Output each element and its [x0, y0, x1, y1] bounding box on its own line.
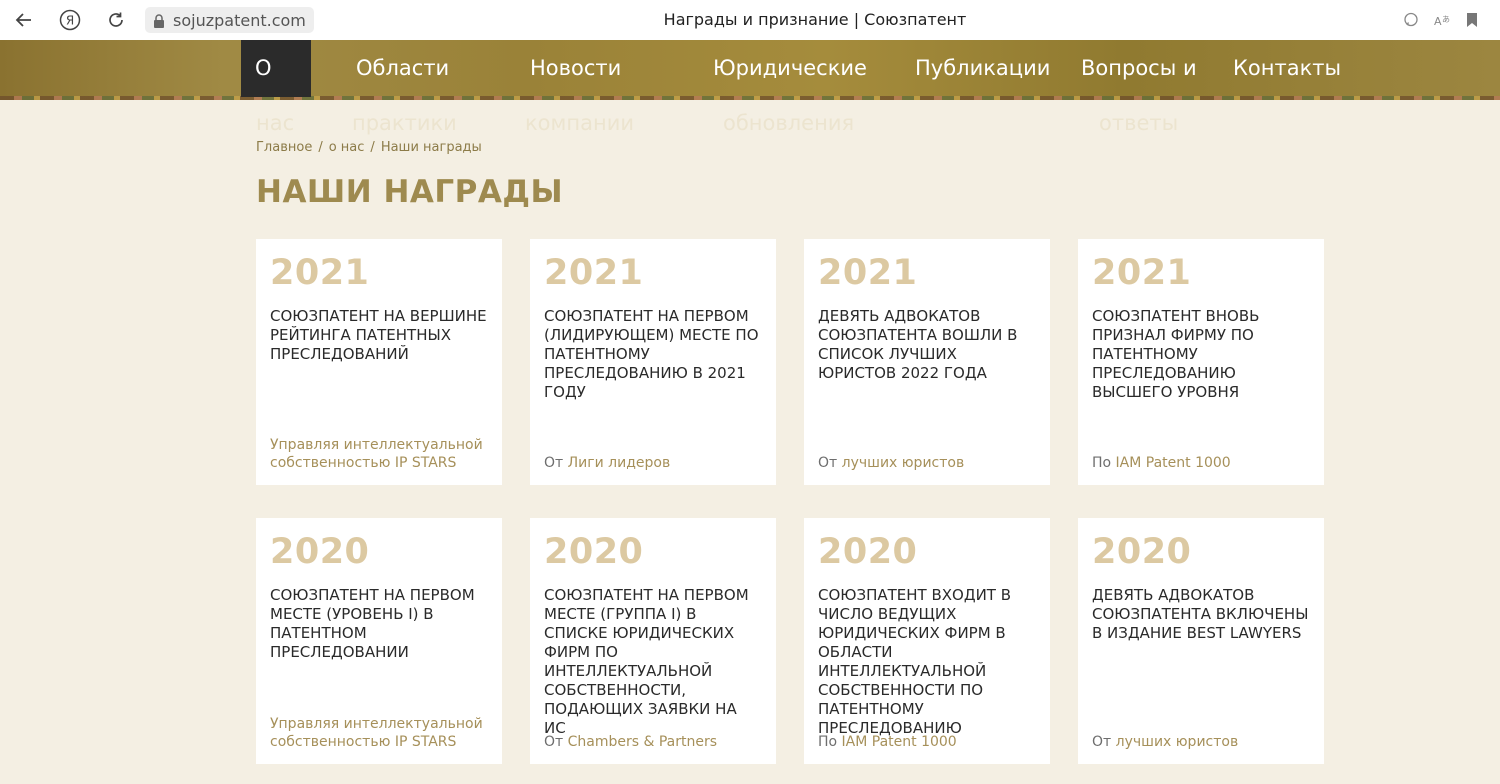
nav-item-practice-areas-wrap[interactable]: практики — [352, 108, 457, 138]
award-card[interactable]: 2021 Союзпатент на первом (лидирующем) м… — [530, 239, 776, 485]
page-title: НАШИ НАГРАДЫ — [256, 174, 564, 210]
nav-item-contacts[interactable]: Контакты — [1233, 40, 1341, 96]
award-source: Управляя интеллектуальной собственностью… — [270, 716, 488, 751]
nav-item-about[interactable]: О — [241, 40, 311, 97]
svg-text:あ: あ — [1442, 15, 1450, 24]
award-source-link[interactable]: лучших юристов — [1116, 734, 1239, 750]
award-title: Девять адвокатов Союзпатента вошли в спи… — [818, 307, 1018, 382]
award-card[interactable]: 2021 Союзпатент на вершине рейтинга пате… — [256, 239, 502, 485]
bookmark-icon[interactable] — [1463, 11, 1481, 29]
nav-item-faq-wrap[interactable]: ответы — [1099, 108, 1178, 138]
nav-item-legal-updates[interactable]: Юридические — [713, 40, 867, 96]
breadcrumb-separator: / — [318, 140, 323, 155]
breadcrumb-separator: / — [370, 140, 375, 155]
nav-item-faq[interactable]: Вопросы и — [1081, 40, 1197, 96]
award-year: 2020 — [270, 532, 370, 572]
award-source-prefix: По — [818, 733, 842, 750]
tab-title: Награды и признание | Союзпатент — [663, 10, 967, 29]
award-title: Союзпатент на первом месте (уровень I) в… — [270, 586, 475, 661]
award-year: 2021 — [818, 253, 918, 293]
award-source-link[interactable]: IAM Patent 1000 — [842, 734, 957, 750]
comment-icon[interactable] — [1402, 11, 1420, 29]
award-title: Союзпатент на первом месте (группа I) в … — [544, 586, 749, 737]
award-source: По IAM Patent 1000 — [818, 734, 1036, 752]
award-card[interactable]: 2021 Союзпатент вновь признал фирму по п… — [1078, 239, 1324, 485]
nav-item-company-news-wrap[interactable]: компании — [525, 108, 634, 138]
translate-icon[interactable]: Aあ — [1434, 11, 1452, 29]
award-card[interactable]: 2020 Девять адвокатов Союзпатента включе… — [1078, 518, 1324, 764]
award-source-link[interactable]: лучших юристов — [842, 455, 965, 471]
award-year: 2020 — [544, 532, 644, 572]
breadcrumb-about[interactable]: о нас — [329, 140, 365, 155]
nav-item-about-wrap[interactable]: нас — [256, 108, 294, 138]
award-source-link[interactable]: Управляя интеллектуальной собственностью… — [270, 437, 483, 471]
award-source: От лучших юристов — [1092, 734, 1310, 752]
award-source: От лучших юристов — [818, 455, 1036, 473]
award-source-link[interactable]: Chambers & Partners — [568, 734, 717, 750]
award-year: 2021 — [1092, 253, 1192, 293]
award-title: Девять адвокатов Союзпатента включены в … — [1092, 586, 1309, 642]
nav-item-practice-areas[interactable]: Области — [356, 40, 449, 96]
award-source-prefix: По — [1092, 454, 1116, 471]
nav-item-publications[interactable]: Публикации — [915, 40, 1050, 96]
nav-item-legal-updates-wrap[interactable]: обновления — [723, 108, 854, 138]
award-card[interactable]: 2021 Девять адвокатов Союзпатента вошли … — [804, 239, 1050, 485]
award-source-prefix: От — [544, 733, 568, 750]
nav-item-company-news[interactable]: Новости — [530, 40, 621, 96]
award-source-prefix: От — [818, 454, 842, 471]
award-title: Союзпатент входит в число ведущих юридич… — [818, 586, 1012, 737]
award-year: 2021 — [544, 253, 644, 293]
breadcrumb-home[interactable]: Главное — [256, 140, 312, 155]
award-title: Союзпатент вновь признал фирму по патент… — [1092, 307, 1260, 401]
award-year: 2020 — [1092, 532, 1192, 572]
svg-text:A: A — [1434, 15, 1442, 28]
award-year: 2020 — [818, 532, 918, 572]
award-source: От Лиги лидеров — [544, 455, 762, 473]
award-title: Союзпатент на первом (лидирующем) месте … — [544, 307, 759, 401]
award-source-link[interactable]: Управляя интеллектуальной собственностью… — [270, 716, 483, 750]
award-source: От Chambers & Partners — [544, 734, 762, 752]
breadcrumb-current: Наши награды — [380, 140, 482, 155]
breadcrumb: Главное / о нас / Наши награды — [256, 140, 482, 155]
award-source-prefix: От — [1092, 733, 1116, 750]
award-source: По IAM Patent 1000 — [1092, 455, 1310, 473]
award-card[interactable]: 2020 Союзпатент входит в число ведущих ю… — [804, 518, 1050, 764]
award-source-prefix: От — [544, 454, 568, 471]
award-year: 2021 — [270, 253, 370, 293]
award-source-link[interactable]: Лиги лидеров — [568, 455, 671, 471]
browser-toolbar: Я sojuzpatent.com Награды и признание | … — [0, 0, 1500, 40]
award-source: Управляя интеллектуальной собственностью… — [270, 437, 488, 472]
award-source-link[interactable]: IAM Patent 1000 — [1116, 455, 1231, 471]
award-card[interactable]: 2020 Союзпатент на первом месте (уровень… — [256, 518, 502, 764]
award-title: Союзпатент на вершине рейтинга патентных… — [270, 307, 487, 363]
award-card[interactable]: 2020 Союзпатент на первом месте (группа … — [530, 518, 776, 764]
